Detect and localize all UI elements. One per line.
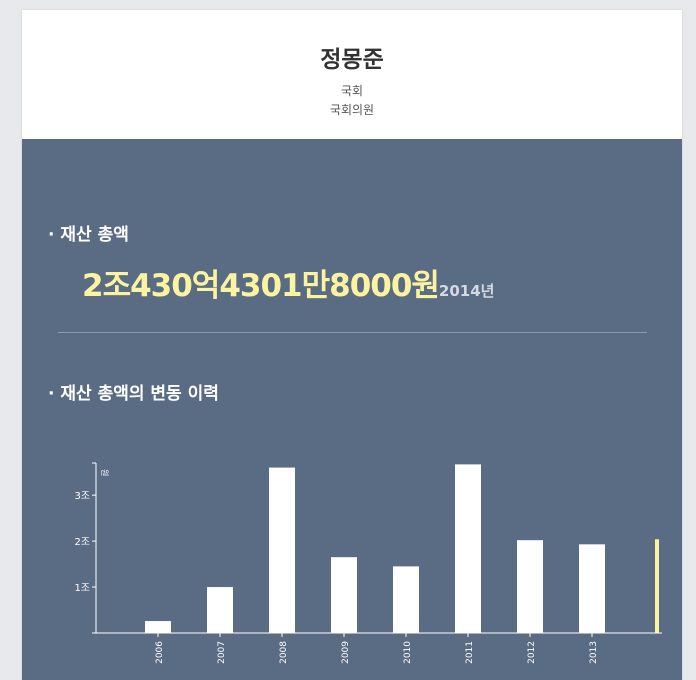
bar-2014 bbox=[655, 539, 659, 633]
bar-2007 bbox=[207, 587, 233, 633]
asset-history-chart: 원 1조 2조 3조 2006 2007 2008 2009 2010 2011 2012 2013 bbox=[74, 462, 662, 664]
bar-2009 bbox=[331, 557, 357, 633]
bar-2010 bbox=[393, 566, 419, 633]
x-tick-label: 2006 bbox=[155, 641, 165, 664]
x-tick-label: 2009 bbox=[341, 641, 351, 664]
politician-card: 정몽준 국회 국회의원 · 재산 총액 2조430억4301만8000원2014… bbox=[22, 10, 682, 680]
x-tick-label: 2008 bbox=[279, 641, 289, 664]
x-tick-label: 2010 bbox=[403, 641, 413, 664]
x-tick-label: 2012 bbox=[527, 641, 537, 664]
bar-2011 bbox=[455, 464, 481, 633]
y-unit-label: 원 bbox=[100, 469, 109, 476]
x-tick-label: 2011 bbox=[465, 641, 475, 664]
bar-2013 bbox=[579, 544, 605, 633]
y-tick-label: 3조 bbox=[74, 491, 90, 502]
y-tick-label: 2조 bbox=[74, 537, 90, 548]
bar-2006 bbox=[145, 621, 171, 633]
bar-2008 bbox=[269, 467, 295, 633]
bar-2012 bbox=[517, 540, 543, 633]
x-tick-label: 2013 bbox=[589, 641, 599, 664]
x-tick-label: 2007 bbox=[217, 641, 227, 664]
y-tick-label: 1조 bbox=[74, 583, 90, 594]
